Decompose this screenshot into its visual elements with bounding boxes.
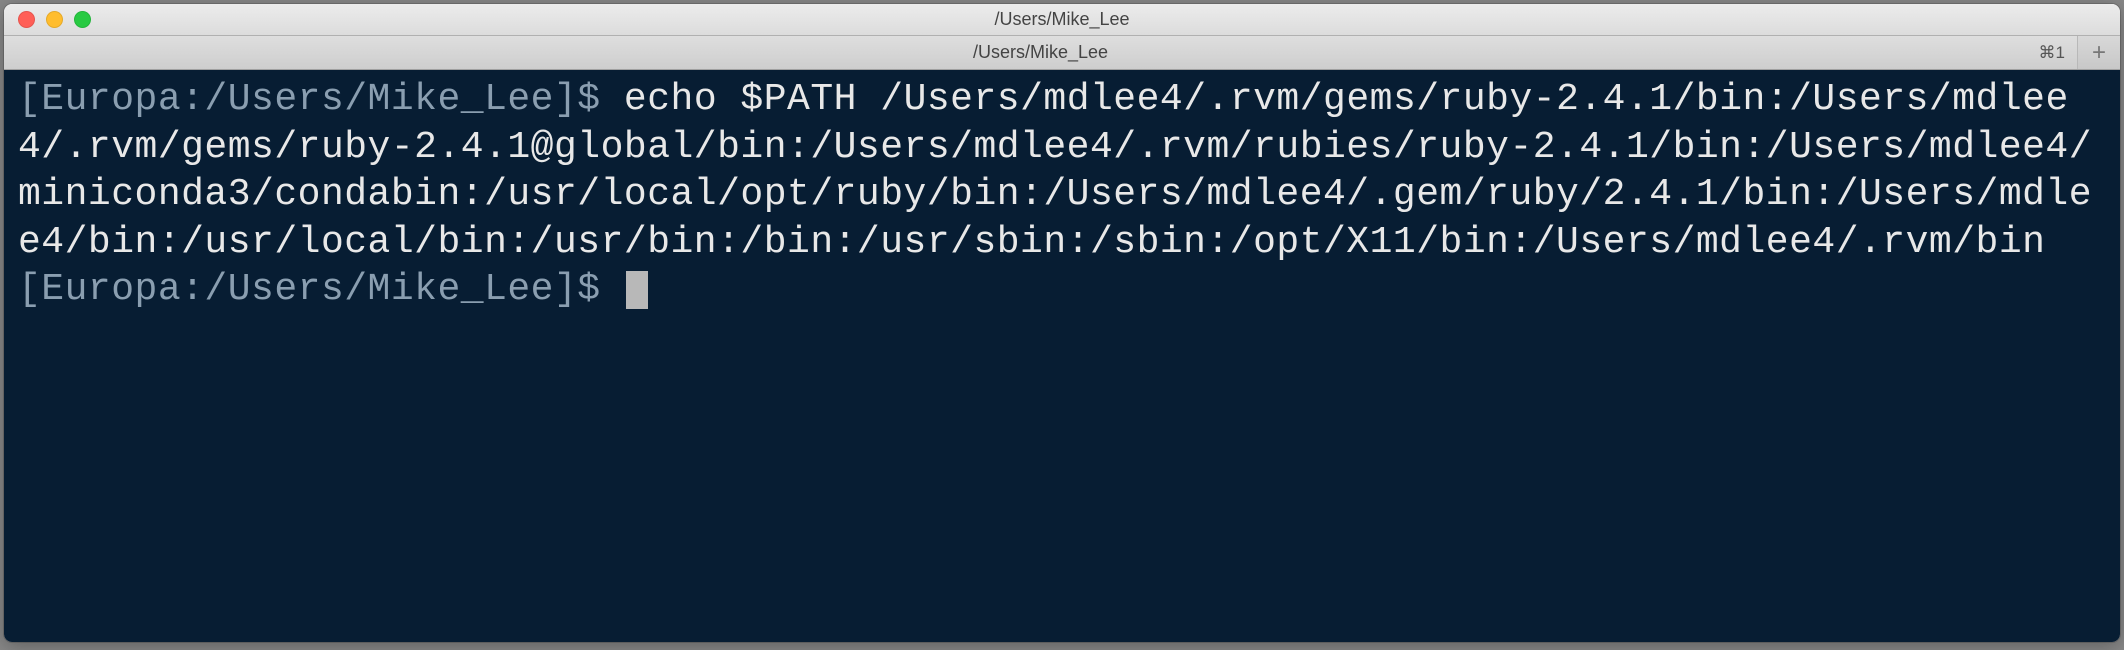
minimize-button[interactable] [46,11,63,28]
plus-icon: + [2092,39,2106,67]
maximize-button[interactable] [74,11,91,28]
prompt: [Europa:/Users/Mike_Lee]$ [18,268,624,311]
add-tab-button[interactable]: + [2078,36,2120,69]
tab-label: /Users/Mike_Lee [973,42,1108,63]
titlebar[interactable]: /Users/Mike_Lee [4,4,2120,36]
tabbar: /Users/Mike_Lee ⌘1 + [4,36,2120,70]
traffic-lights [4,11,91,28]
cursor [626,271,648,309]
close-button[interactable] [18,11,35,28]
window-title: /Users/Mike_Lee [994,9,1129,30]
terminal-content[interactable]: [Europa:/Users/Mike_Lee]$ echo $PATH /Us… [4,70,2120,642]
terminal-window: /Users/Mike_Lee /Users/Mike_Lee ⌘1 + [Eu… [4,4,2120,642]
command: echo $PATH [624,78,857,121]
tab-active[interactable]: /Users/Mike_Lee ⌘1 [4,36,2078,69]
tab-shortcut: ⌘1 [2039,43,2065,63]
prompt: [Europa:/Users/Mike_Lee]$ [18,78,624,121]
